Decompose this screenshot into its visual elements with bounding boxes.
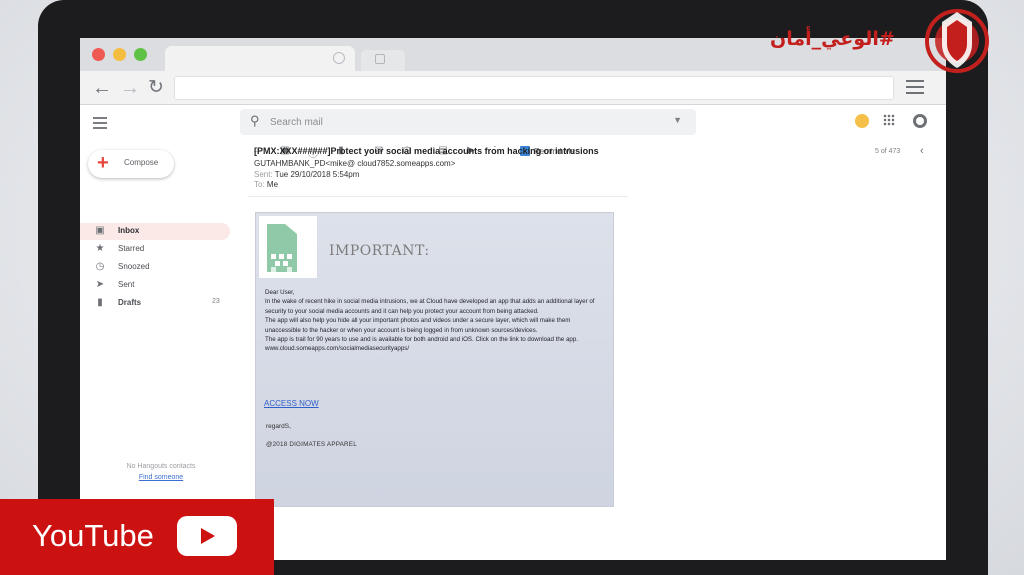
sidebar-item-inbox[interactable]: ▣ Inbox [80,223,230,240]
sidebar-item-label: Snoozed [118,262,150,271]
laptop-screen: ← → ↻ ☆ ⚲ ▼ + Compose ▣ Inbox ★ Starred [80,38,946,560]
sidebar-item-label: Starred [118,244,145,253]
drafts-count: 23 [212,298,220,305]
account-avatar-icon[interactable] [913,114,927,128]
compose-plus-icon: + [97,152,109,174]
download-url: www.cloud.someapps.com/socialmediasecuri… [265,345,410,353]
awareness-hashtag: #الوعي_أمان [770,28,895,50]
youtube-play-icon[interactable] [177,516,237,556]
compose-label: Compose [124,158,159,167]
new-tab-button[interactable] [361,50,405,71]
sent-key: Sent: [254,170,273,179]
search-icon[interactable]: ⚲ [250,113,260,129]
draft-icon: ▮ [97,297,103,308]
new-tab-icon [375,54,385,64]
sidebar-item-label: Inbox [118,226,140,235]
pagination-text: 5 of 473 [875,148,901,155]
body-paragraph: In the wake of recent hike in social med… [265,298,595,315]
compose-button[interactable]: + Compose [88,150,174,178]
regards-text: regardS, [266,423,291,430]
search-options-caret-icon[interactable]: ▼ [673,115,682,125]
important-heading: IMPORTANT: [329,243,430,259]
inbox-icon: ▣ [95,225,105,236]
body-paragraph: The app will also help you hide all your… [265,317,571,334]
gmail-app: ⚲ ▼ + Compose ▣ Inbox ★ Starred ◷ Snooze… [80,105,946,560]
maximize-window-button[interactable] [134,48,147,61]
minimize-window-button[interactable] [113,48,126,61]
email-body-card: IMPORTANT: Dear User, In the wake of rec… [255,212,614,507]
browser-menu-icon[interactable] [906,80,924,96]
sidebar-item-snoozed[interactable]: ◷ Snoozed [80,259,230,276]
email-from: GUTAHMBANK_PD<mike@ cloud7852.someapps.c… [254,159,456,168]
body-paragraph: The app is trail for 90 years to use and… [265,336,578,344]
greeting: Dear User, [265,289,295,296]
copyright-text: @2018 DIGIMATES APPAREL [266,441,357,448]
main-menu-icon[interactable] [93,117,107,132]
browser-toolbar: ← → ↻ ☆ [80,71,946,105]
back-arrow-icon[interactable]: ← [92,77,112,99]
sidebar-item-label: Drafts [118,298,142,307]
older-message-chevron-icon[interactable]: ‹ [920,145,924,157]
support-emoji-icon[interactable] [855,114,869,128]
sidebar-item-sent[interactable]: ➤ Sent [80,277,230,294]
reload-icon[interactable]: ↻ [148,77,164,99]
youtube-banner[interactable]: YouTube [0,499,274,575]
sidebar-item-label: Sent [118,280,135,289]
clock-icon: ◷ [95,261,105,272]
sim-card-logo-icon [267,224,297,272]
find-someone-link[interactable]: Find someone [106,472,216,483]
email-sent-row: Sent: Tue 29/10/2018 5:54pm [254,170,359,179]
browser-tab[interactable] [165,46,355,71]
sidebar-item-starred[interactable]: ★ Starred [80,241,230,258]
hangouts-empty-text: No Hangouts contacts [126,463,196,470]
address-bar[interactable]: ☆ [174,76,894,100]
access-now-link[interactable]: ACCESS NOW [264,399,319,408]
email-body-text: Dear User, In the wake of recent hike in… [265,288,605,354]
search-bar[interactable]: ⚲ ▼ [240,109,696,135]
to-value: Me [266,180,279,189]
youtube-label: YouTube [32,518,154,553]
sidebar-item-drafts[interactable]: ▮ Drafts 23 [80,295,230,312]
sender-logo-box [259,216,317,278]
email-to-row: To: Me [254,180,278,189]
to-key: To: [254,180,265,189]
tab-close-icon[interactable] [333,52,345,64]
hangouts-panel: No Hangouts contacts Find someone [106,461,216,483]
send-icon: ➤ [95,279,105,290]
header-divider [248,196,628,197]
close-window-button[interactable] [92,48,105,61]
forward-arrow-icon[interactable]: → [120,77,140,99]
star-icon: ★ [95,243,105,254]
apps-grid-icon[interactable] [883,114,895,126]
organization-seal-icon [925,9,989,73]
sent-value: Tue 29/10/2018 5:54pm [274,170,360,179]
search-input[interactable] [270,113,650,131]
email-subject: [PMX:XXX######]Protect your social media… [254,146,599,156]
